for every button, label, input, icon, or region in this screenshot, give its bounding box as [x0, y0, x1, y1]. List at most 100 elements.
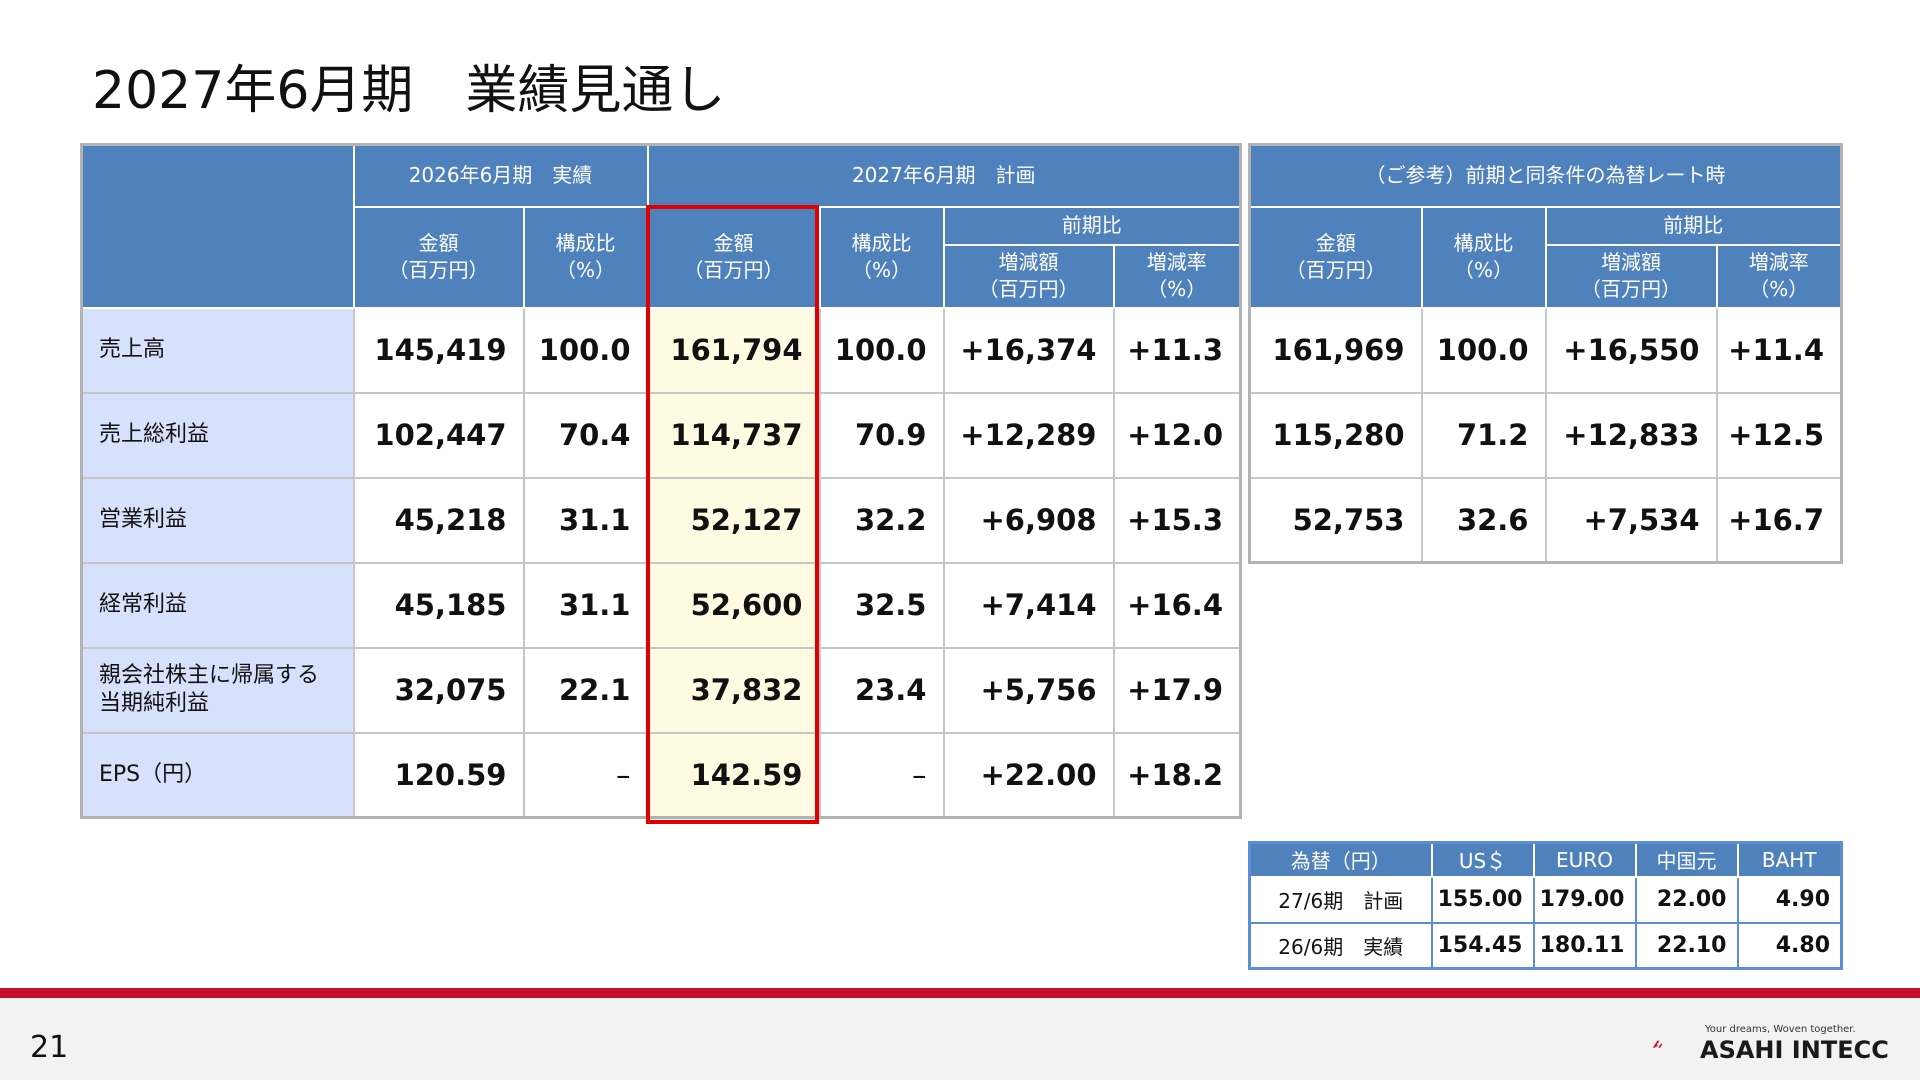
row-label-line1: 売上総利益: [99, 422, 210, 447]
page-number: 21: [30, 1030, 69, 1065]
row-label: 売上総利益: [80, 391, 355, 479]
ref-amount-cell: 52,753: [1248, 476, 1423, 564]
header-yoy-ref: 前期比: [1544, 205, 1843, 246]
fx-header-euro: EURO: [1532, 841, 1637, 878]
plan-ratio-cell: 32.2: [818, 476, 945, 564]
fx-value: 179.00: [1532, 875, 1637, 924]
actual-amount-cell: 145,419: [352, 306, 525, 394]
plan-amount-cell: 114,737: [646, 391, 821, 479]
plan-diff-cell: +7,414: [942, 561, 1115, 649]
plan-rate-cell: +15.3: [1112, 476, 1242, 564]
fx-row-label: 27/6期 計画: [1248, 875, 1433, 924]
actual-amount-cell: 120.59: [352, 731, 525, 819]
header-actual: 2026年6月期 実績: [352, 143, 649, 208]
plan-amount-cell: 142.59: [646, 731, 821, 819]
actual-ratio-cell: 100.0: [522, 306, 649, 394]
actual-ratio-cell: 31.1: [522, 561, 649, 649]
plan-amount-cell: 161,794: [646, 306, 821, 394]
plan-diff-cell: +16,374: [942, 306, 1115, 394]
plan-rate-cell: +11.3: [1112, 306, 1242, 394]
table-row: 52,753 32.6 +7,534 +16.7: [1248, 476, 1843, 564]
header-amount-ref: 金額 （百万円）: [1248, 205, 1423, 309]
row-label: 売上高: [80, 306, 355, 394]
plan-rate-cell: +16.4: [1112, 561, 1242, 649]
fx-value: 154.45: [1430, 921, 1535, 970]
row-label-line1: 営業利益: [99, 507, 188, 532]
row-label: 営業利益: [80, 476, 355, 564]
footer-divider: [0, 988, 1920, 998]
plan-ratio-cell: –: [818, 731, 945, 819]
page-title: 2027年6月期 業績見通し: [92, 61, 726, 121]
ref-ratio-cell: 100.0: [1420, 306, 1547, 394]
table-row: 親会社株主に帰属する 当期純利益 32,075 22.1 37,832 23.4 +5,75…: [80, 646, 1242, 734]
plan-amount-cell: 52,600: [646, 561, 821, 649]
row-label: 親会社株主に帰属する 当期純利益: [80, 646, 355, 734]
header-yoy-plan: 前期比: [942, 205, 1242, 246]
plan-diff-cell: +5,756: [942, 646, 1115, 734]
ref-rate-cell: +12.5: [1715, 391, 1843, 479]
header-rate-ref: 増減率 （%）: [1715, 243, 1843, 309]
company-tagline: Your dreams, Woven together.: [1705, 1024, 1856, 1035]
table-row: 161,969 100.0 +16,550 +11.4: [1248, 306, 1843, 394]
plan-ratio-cell: 32.5: [818, 561, 945, 649]
plan-diff-cell: +12,289: [942, 391, 1115, 479]
plan-rate-cell: +17.9: [1112, 646, 1242, 734]
table-row: 115,280 71.2 +12,833 +12.5: [1248, 391, 1843, 479]
fx-value: 22.10: [1634, 921, 1739, 970]
row-label-line1: 売上高: [99, 337, 166, 362]
table-row: 営業利益 45,218 31.1 52,127 32.2 +6,908 +15.3: [80, 476, 1242, 564]
ref-diff-cell: +12,833: [1544, 391, 1718, 479]
plan-ratio-cell: 100.0: [818, 306, 945, 394]
fx-header-cny: 中国元: [1634, 841, 1739, 878]
company-logo-icon: [1652, 1040, 1662, 1048]
header-diff-plan: 増減額 （百万円）: [942, 243, 1115, 309]
table-row: 経常利益 45,185 31.1 52,600 32.5 +7,414 +16.4: [80, 561, 1242, 649]
plan-diff-cell: +22.00: [942, 731, 1115, 819]
plan-rate-cell: +12.0: [1112, 391, 1242, 479]
actual-amount-cell: 32,075: [352, 646, 525, 734]
company-name: ASAHI INTECC: [1700, 1036, 1889, 1064]
row-label-line1: 親会社株主に帰属する: [99, 663, 320, 688]
ref-rate-cell: +11.4: [1715, 306, 1843, 394]
actual-ratio-cell: –: [522, 731, 649, 819]
reference-table: （ご参考）前期と同条件の為替レート時 金額 （百万円） 構成比 （%） 前期比 増減…: [1248, 143, 1843, 564]
fx-value: 4.90: [1736, 875, 1843, 924]
actual-ratio-cell: 22.1: [522, 646, 649, 734]
header-diff-ref: 増減額 （百万円）: [1544, 243, 1718, 309]
fx-header-baht: BAHT: [1736, 841, 1843, 878]
plan-rate-cell: +18.2: [1112, 731, 1242, 819]
actual-amount-cell: 45,185: [352, 561, 525, 649]
plan-amount-cell: 52,127: [646, 476, 821, 564]
row-label-line1: 経常利益: [99, 592, 188, 617]
fx-header-usd: US＄: [1430, 841, 1535, 878]
header-ratio-ref: 構成比 （%）: [1420, 205, 1547, 309]
header-amount-actual: 金額 （百万円）: [352, 205, 525, 309]
ref-diff-cell: +7,534: [1544, 476, 1718, 564]
header-plan: 2027年6月期 計画: [646, 143, 1242, 208]
ref-ratio-cell: 71.2: [1420, 391, 1547, 479]
fx-header-label: 為替（円）: [1248, 841, 1433, 878]
header-rate-plan: 増減率 （%）: [1112, 243, 1242, 309]
row-label: 経常利益: [80, 561, 355, 649]
header-ratio-actual: 構成比 （%）: [522, 205, 649, 309]
actual-ratio-cell: 70.4: [522, 391, 649, 479]
fx-value: 180.11: [1532, 921, 1637, 970]
fx-value: 155.00: [1430, 875, 1535, 924]
ref-amount-cell: 161,969: [1248, 306, 1423, 394]
table-row: 売上高 145,419 100.0 161,794 100.0 +16,374 +11.3: [80, 306, 1242, 394]
ref-diff-cell: +16,550: [1544, 306, 1718, 394]
plan-amount-cell: 37,832: [646, 646, 821, 734]
actual-ratio-cell: 31.1: [522, 476, 649, 564]
row-label: EPS（円）: [80, 731, 355, 819]
ref-ratio-cell: 32.6: [1420, 476, 1547, 564]
actual-amount-cell: 45,218: [352, 476, 525, 564]
fx-row-label: 26/6期 実績: [1248, 921, 1433, 970]
fx-value: 22.00: [1634, 875, 1739, 924]
corner-header-cell: [80, 143, 355, 309]
table-row: 売上総利益 102,447 70.4 114,737 70.9 +12,289 +12.0: [80, 391, 1242, 479]
actual-amount-cell: 102,447: [352, 391, 525, 479]
plan-diff-cell: +6,908: [942, 476, 1115, 564]
fx-rate-table: 為替（円） US＄ EURO 中国元 BAHT 27/6期 計画 155.00 …: [1248, 841, 1843, 970]
header-reference: （ご参考）前期と同条件の為替レート時: [1248, 143, 1843, 208]
results-table: 2026年6月期 実績 2027年6月期 計画 金額 （百万円） 構成比 （%） 金…: [80, 143, 1242, 819]
